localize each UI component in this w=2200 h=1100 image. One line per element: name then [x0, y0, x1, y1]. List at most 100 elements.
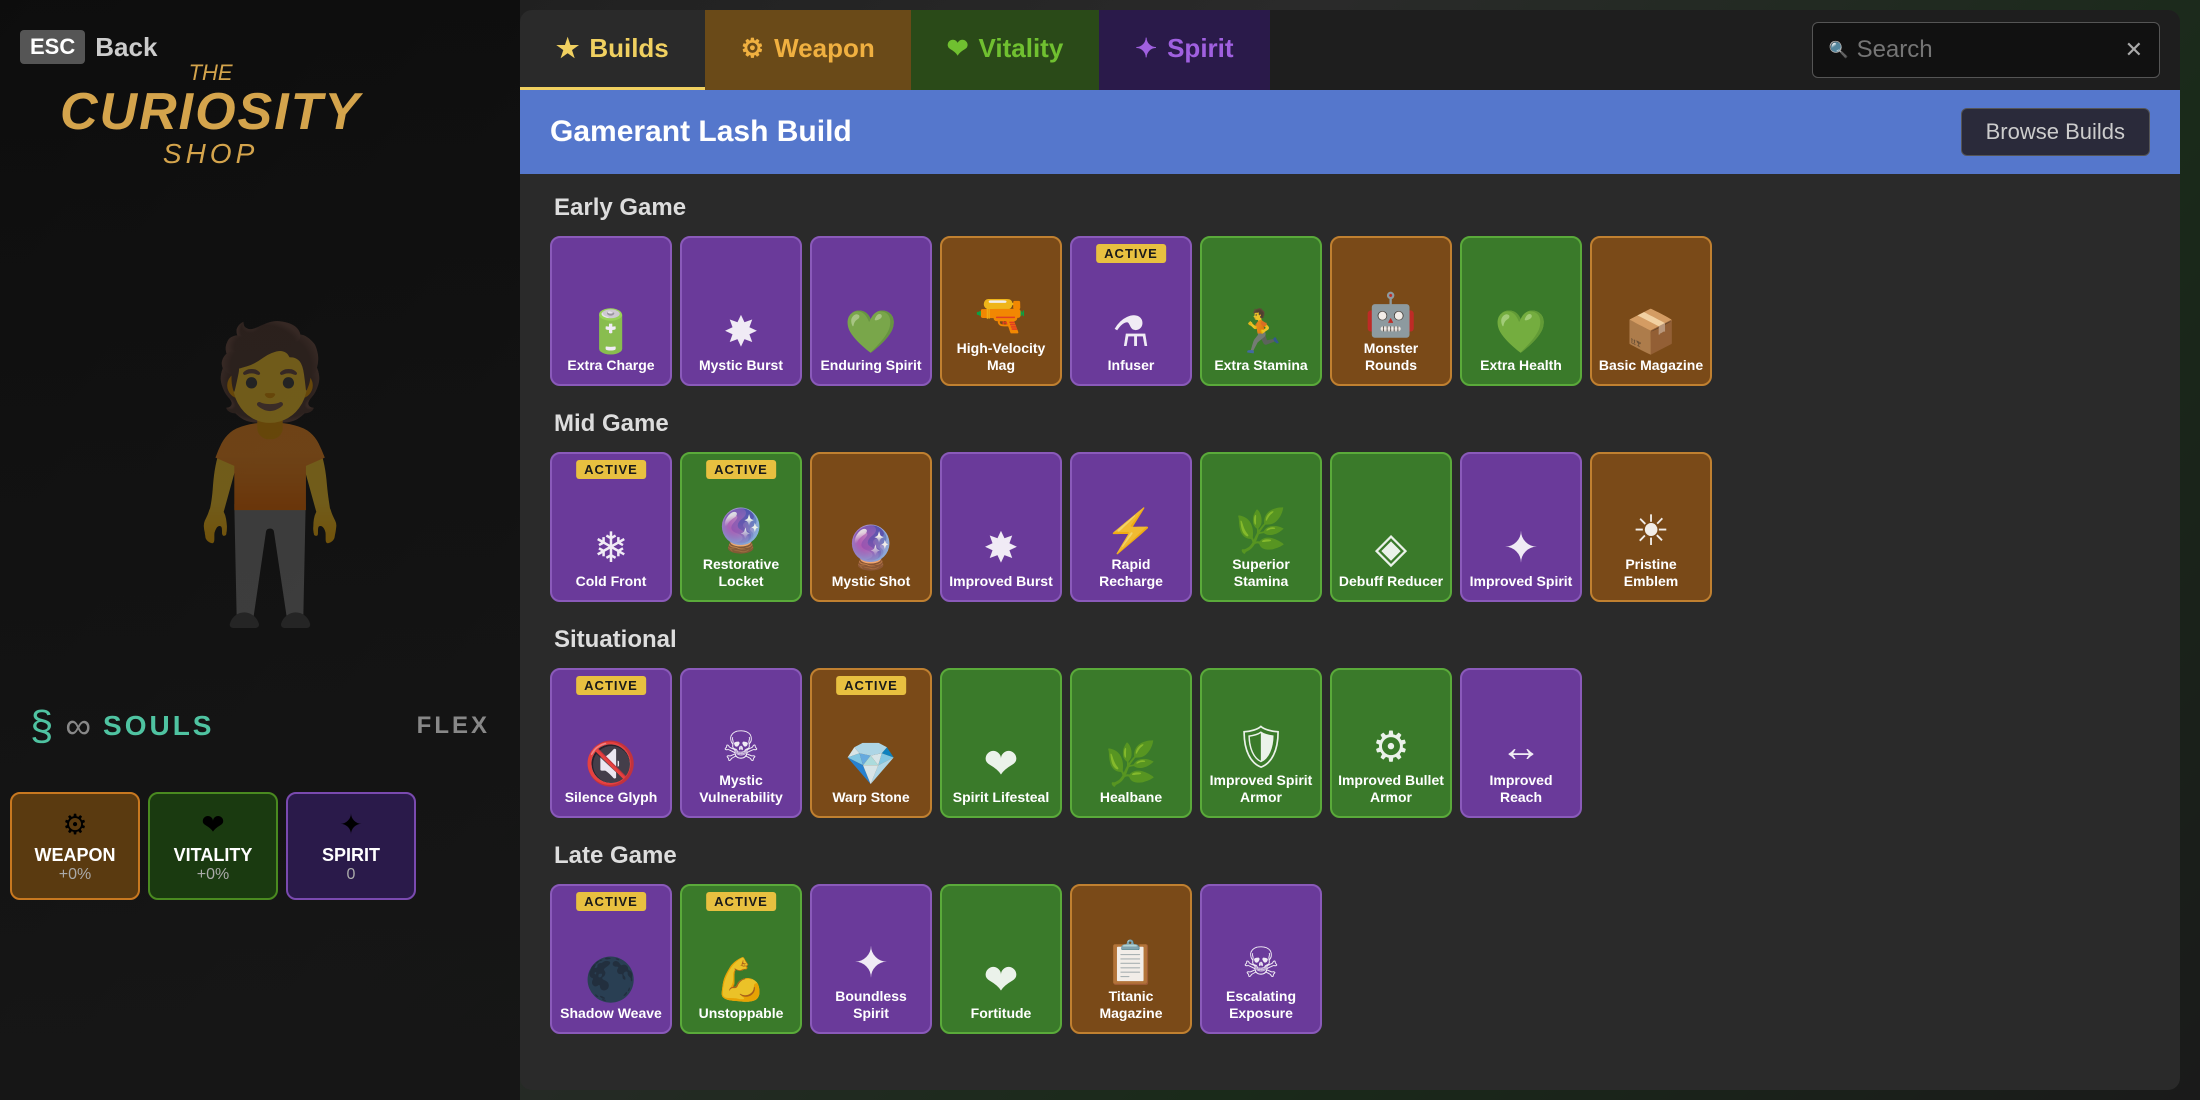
vitality-stat-bar[interactable]: ❤ VITALITY +0% — [148, 792, 278, 900]
build-header: Gamerant Lash Build Browse Builds — [520, 90, 2180, 174]
item-icon: 🔫 — [975, 294, 1027, 336]
item-name: Extra Charge — [561, 357, 660, 374]
item-card-extra-charge[interactable]: 🔋Extra Charge — [550, 236, 672, 386]
item-card-healbane[interactable]: 🌿Healbane — [1070, 668, 1192, 818]
item-icon: ☀ — [1632, 510, 1670, 552]
esc-button[interactable]: ESC — [20, 30, 85, 64]
search-icon: 🔍 — [1829, 40, 1849, 60]
weapon-tab-label: Weapon — [774, 33, 875, 64]
item-card-escalating-exposure[interactable]: ☠Escalating Exposure — [1200, 884, 1322, 1034]
item-card-high-velocity-mag[interactable]: 🔫High-Velocity Mag — [940, 236, 1062, 386]
weapon-icon: ⚙ — [62, 808, 87, 841]
item-name: Fortitude — [965, 1005, 1038, 1022]
item-card-warp-stone[interactable]: ACTIVE💎Warp Stone — [810, 668, 932, 818]
tab-builds[interactable]: ★ Builds — [520, 10, 705, 90]
item-icon: ❄ — [593, 527, 628, 569]
item-card-improved-spirit[interactable]: ✦Improved Spirit — [1460, 452, 1582, 602]
item-card-titanic-magazine[interactable]: 📋Titanic Magazine — [1070, 884, 1192, 1034]
item-card-shadow-weave[interactable]: ACTIVE🌑Shadow Weave — [550, 884, 672, 1034]
active-badge: ACTIVE — [576, 676, 646, 695]
tabs-bar: ★ Builds ⚙ Weapon ❤ Vitality ✦ Spirit 🔍 … — [520, 10, 2180, 90]
item-name: Cold Front — [570, 573, 653, 590]
item-card-boundless-spirit[interactable]: ✦Boundless Spirit — [810, 884, 932, 1034]
spirit-tab-icon: ✦ — [1135, 33, 1157, 64]
item-card-enduring-spirit[interactable]: 💚Enduring Spirit — [810, 236, 932, 386]
item-card-silence-glyph[interactable]: ACTIVE🔇Silence Glyph — [550, 668, 672, 818]
souls-icon: § — [30, 702, 53, 750]
vitality-tab-label: Vitality — [979, 33, 1064, 64]
item-card-rapid-recharge[interactable]: ⚡Rapid Recharge — [1070, 452, 1192, 602]
builds-star-icon: ★ — [556, 33, 579, 64]
item-card-mystic-shot[interactable]: 🔮Mystic Shot — [810, 452, 932, 602]
item-card-improved-reach[interactable]: ↔Improved Reach — [1460, 668, 1582, 818]
search-box[interactable]: 🔍 ✕ — [1812, 22, 2160, 78]
item-card-restorative-locket[interactable]: ACTIVE🔮Restorative Locket — [680, 452, 802, 602]
item-name: Improved Burst — [943, 573, 1058, 590]
items-row-situational: ACTIVE🔇Silence Glyph☠Mystic Vulnerabilit… — [550, 668, 2150, 818]
left-panel: ESC Back THE CURIOSITY SHOP 🧍 § ∞ SOULS … — [0, 0, 520, 1100]
item-icon: 💚 — [1495, 311, 1547, 353]
item-name: Escalating Exposure — [1202, 988, 1320, 1022]
item-card-mystic-vulnerability[interactable]: ☠Mystic Vulnerability — [680, 668, 802, 818]
item-card-cold-front[interactable]: ACTIVE ❄ Cold Front — [550, 452, 672, 602]
weapon-stat-bar[interactable]: ⚙ WEAPON +0% — [10, 792, 140, 900]
item-card-improved-burst[interactable]: ✸Improved Burst — [940, 452, 1062, 602]
search-clear-icon[interactable]: ✕ — [2125, 37, 2143, 63]
item-icon: ☠ — [722, 726, 760, 768]
item-card-improved-spirit-armor[interactable]: 🛡Improved Spirit Armor — [1200, 668, 1322, 818]
spirit-tab-label: Spirit — [1167, 33, 1233, 64]
vitality-value: +0% — [197, 866, 229, 884]
items-row-mid-game: ACTIVE❄Cold FrontACTIVE🔮Restorative Lock… — [550, 452, 2150, 602]
item-icon: ⚗ — [1112, 311, 1150, 353]
active-badge: ACTIVE — [576, 460, 646, 479]
item-card-superior-stamina[interactable]: 🌿Superior Stamina — [1200, 452, 1322, 602]
item-name: Mystic Burst — [693, 357, 789, 374]
item-name: Warp Stone — [826, 789, 915, 806]
section-title-early-game: Early Game — [550, 194, 2150, 222]
item-card-spirit-lifesteal[interactable]: ❤ Spirit Lifesteal — [940, 668, 1062, 818]
item-card-extra-health[interactable]: 💚Extra Health — [1460, 236, 1582, 386]
item-card-debuff-reducer[interactable]: ◈Debuff Reducer — [1330, 452, 1452, 602]
souls-infinity-icon: ∞ — [65, 705, 91, 747]
item-card-mystic-burst[interactable]: ✸Mystic Burst — [680, 236, 802, 386]
spirit-icon: ✦ — [339, 808, 362, 841]
stat-bars: ⚙ WEAPON +0% ❤ VITALITY +0% ✦ SPIRIT 0 — [10, 792, 416, 900]
character-silhouette: 🧍 — [96, 311, 445, 639]
spirit-name: SPIRIT — [322, 845, 380, 866]
item-name: Improved Bullet Armor — [1332, 772, 1450, 806]
item-name: Rapid Recharge — [1072, 556, 1190, 590]
item-card-monster-rounds[interactable]: 🤖Monster Rounds — [1330, 236, 1452, 386]
item-card-pristine-emblem[interactable]: ☀Pristine Emblem — [1590, 452, 1712, 602]
section-title-mid-game: Mid Game — [550, 410, 2150, 438]
active-badge: ACTIVE — [706, 460, 776, 479]
item-name: Improved Reach — [1462, 772, 1580, 806]
item-card-improved-bullet-armor[interactable]: ⚙Improved Bullet Armor — [1330, 668, 1452, 818]
spirit-stat-bar[interactable]: ✦ SPIRIT 0 — [286, 792, 416, 900]
item-name: Spirit Lifesteal — [947, 789, 1055, 806]
item-icon: 🛡 — [1234, 726, 1287, 768]
item-name: Titanic Magazine — [1072, 988, 1190, 1022]
content-area: Early Game 🔋Extra Charge✸Mystic Burst💚End… — [520, 174, 2180, 1090]
tab-vitality[interactable]: ❤ Vitality — [911, 10, 1100, 90]
item-name: Silence Glyph — [559, 789, 664, 806]
browse-builds-button[interactable]: Browse Builds — [1961, 108, 2150, 156]
item-icon: 🔮 — [715, 510, 767, 552]
tab-spirit[interactable]: ✦ Spirit — [1099, 10, 1269, 90]
search-input[interactable] — [1857, 36, 2117, 64]
item-name: Shadow Weave — [554, 1005, 668, 1022]
weapon-tab-icon: ⚙ — [741, 33, 764, 64]
vitality-icon: ❤ — [201, 808, 224, 841]
main-panel: ★ Builds ⚙ Weapon ❤ Vitality ✦ Spirit 🔍 … — [520, 10, 2180, 1090]
item-card-extra-stamina[interactable]: 🏃Extra Stamina — [1200, 236, 1322, 386]
item-card-fortitude[interactable]: ❤Fortitude — [940, 884, 1062, 1034]
tab-weapon[interactable]: ⚙ Weapon — [705, 10, 911, 90]
back-label[interactable]: Back — [95, 32, 157, 63]
item-icon: ❤ — [983, 743, 1018, 785]
item-name: Superior Stamina — [1202, 556, 1320, 590]
item-card-basic-magazine[interactable]: 📦Basic Magazine — [1590, 236, 1712, 386]
item-icon: 🌿 — [1105, 743, 1157, 785]
section-title-late-game: Late Game — [550, 842, 2150, 870]
logo-curiosity: CURIOSITY — [60, 86, 361, 138]
item-card-infuser[interactable]: ACTIVE⚗Infuser — [1070, 236, 1192, 386]
item-card-unstoppable[interactable]: ACTIVE💪Unstoppable — [680, 884, 802, 1034]
